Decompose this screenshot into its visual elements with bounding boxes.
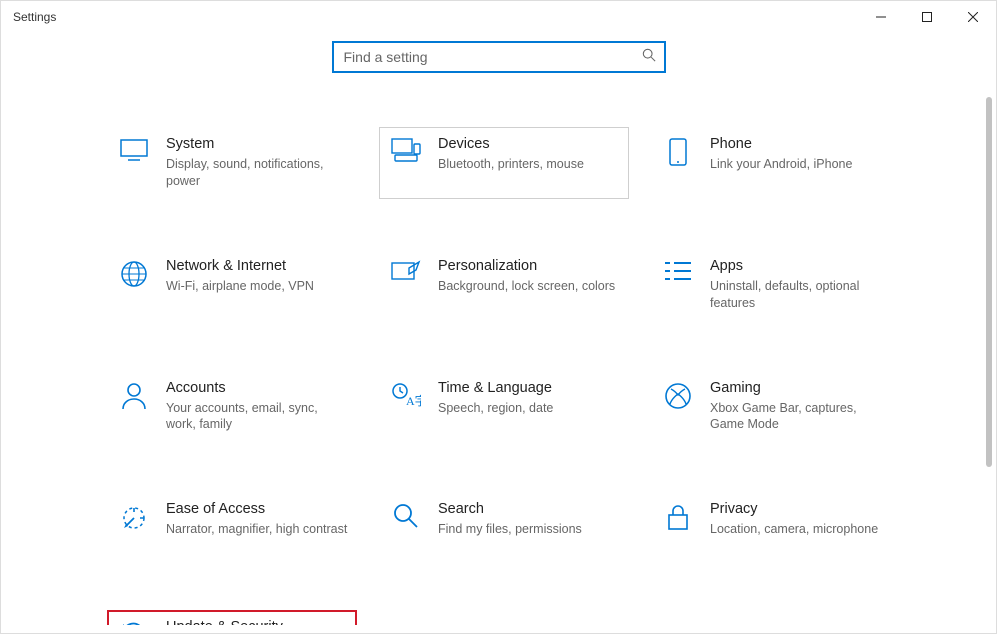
tile-desc: Background, lock screen, colors [438,278,620,295]
window-title: Settings [13,10,56,24]
tile-title: Gaming [710,380,892,396]
tile-desc: Your accounts, email, sync, work, family [166,400,348,434]
apps-list-icon [660,258,696,282]
tile-title: Apps [710,258,892,274]
lock-icon [660,501,696,531]
tile-title: Devices [438,136,620,152]
tile-title: Ease of Access [166,501,348,517]
tile-title: Phone [710,136,892,152]
ease-of-access-icon [116,501,152,531]
tile-network[interactable]: Network & Internet Wi-Fi, airplane mode,… [107,249,357,321]
tile-title: System [166,136,348,152]
tile-devices[interactable]: Devices Bluetooth, printers, mouse [379,127,629,199]
tile-desc: Bluetooth, printers, mouse [438,156,620,173]
magnifier-icon [388,501,424,529]
tile-system[interactable]: System Display, sound, notifications, po… [107,127,357,199]
tile-desc: Uninstall, defaults, optional features [710,278,892,312]
tile-desc: Wi-Fi, airplane mode, VPN [166,278,348,295]
svg-text:A字: A字 [406,393,421,408]
titlebar: Settings [1,1,996,33]
tile-privacy[interactable]: Privacy Location, camera, microphone [651,492,901,560]
window-controls [858,1,996,33]
tile-desc: Location, camera, microphone [710,521,892,538]
tile-apps[interactable]: Apps Uninstall, defaults, optional featu… [651,249,901,321]
settings-grid: System Display, sound, notifications, po… [107,127,898,625]
minimize-button[interactable] [858,1,904,33]
tile-title: Network & Internet [166,258,348,274]
tile-desc: Speech, region, date [438,400,620,417]
time-language-icon: A字 [388,380,424,408]
settings-content: System Display, sound, notifications, po… [1,97,978,625]
search-icon [642,48,656,67]
tile-desc: Narrator, magnifier, high contrast [166,521,348,538]
vertical-scrollbar[interactable] [986,97,992,625]
globe-icon [116,258,152,288]
tile-title: Privacy [710,501,892,517]
tile-title: Accounts [166,380,348,396]
tile-desc: Find my files, permissions [438,521,620,538]
tile-accounts[interactable]: Accounts Your accounts, email, sync, wor… [107,371,357,443]
close-button[interactable] [950,1,996,33]
devices-icon [388,136,424,162]
scrollbar-thumb[interactable] [986,97,992,467]
search-box[interactable] [332,41,666,73]
tile-desc: Display, sound, notifications, power [166,156,348,190]
tile-title: Time & Language [438,380,620,396]
tile-update-security[interactable]: Update & Security Windows Update, recove… [107,610,357,625]
tile-desc: Link your Android, iPhone [710,156,892,173]
tile-phone[interactable]: Phone Link your Android, iPhone [651,127,901,199]
tile-ease-of-access[interactable]: Ease of Access Narrator, magnifier, high… [107,492,357,560]
xbox-icon [660,380,696,410]
tile-gaming[interactable]: Gaming Xbox Game Bar, captures, Game Mod… [651,371,901,443]
search-input[interactable] [344,49,642,65]
tile-search[interactable]: Search Find my files, permissions [379,492,629,560]
sync-icon [116,619,152,625]
tile-time[interactable]: A字 Time & Language Speech, region, date [379,371,629,443]
paint-icon [388,258,424,282]
tile-desc: Xbox Game Bar, captures, Game Mode [710,400,892,434]
phone-icon [660,136,696,166]
person-icon [116,380,152,410]
maximize-button[interactable] [904,1,950,33]
tile-title: Update & Security [166,619,348,625]
tile-title: Search [438,501,620,517]
search-wrap [1,41,996,73]
tile-title: Personalization [438,258,620,274]
tile-personalization[interactable]: Personalization Background, lock screen,… [379,249,629,321]
monitor-icon [116,136,152,162]
